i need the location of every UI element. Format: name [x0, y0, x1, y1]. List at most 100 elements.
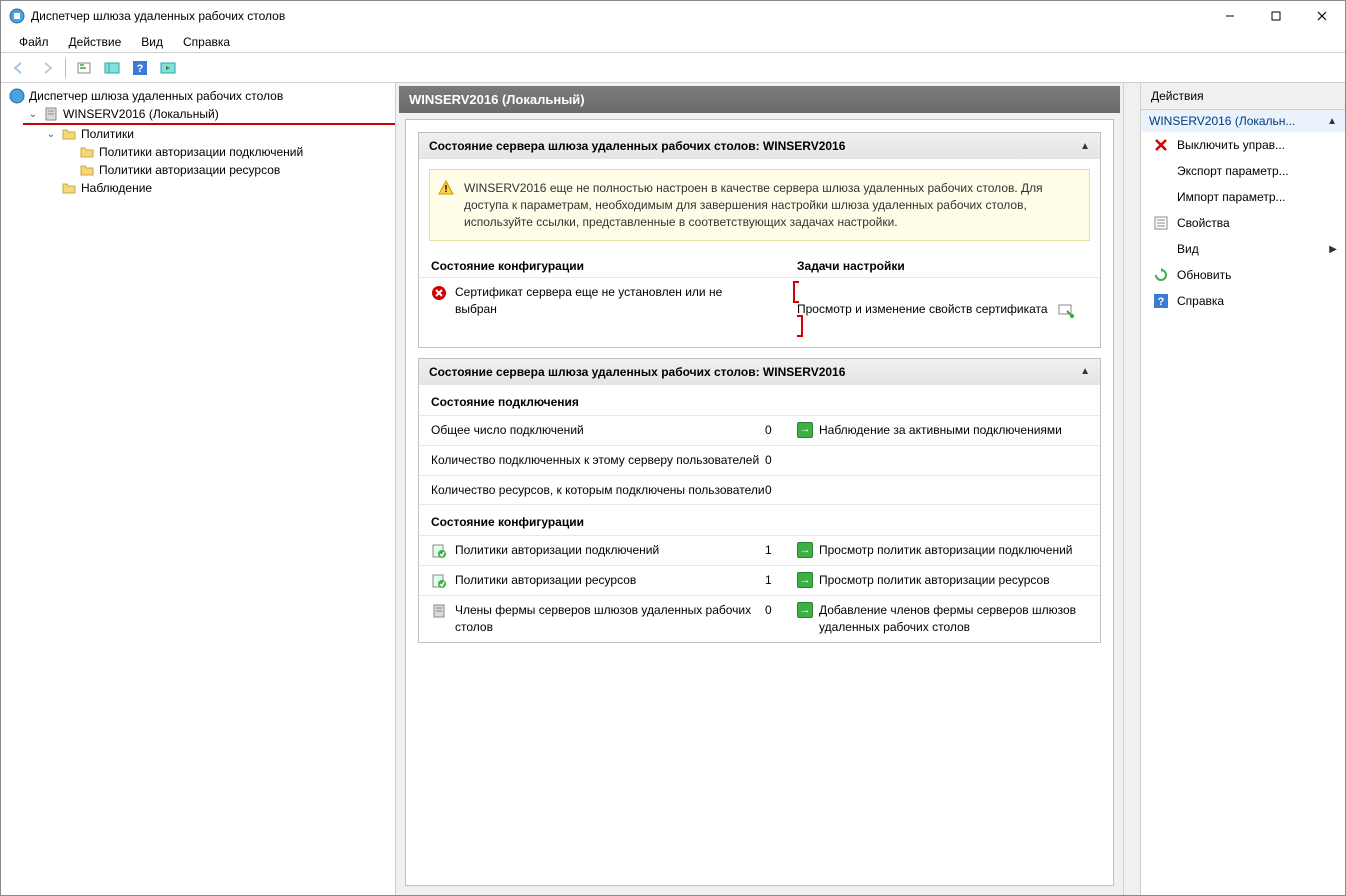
section1-header[interactable]: Состояние сервера шлюза удаленных рабочи… [419, 133, 1100, 159]
cert-task-text: Просмотр и изменение свойств сертификата [797, 301, 1048, 318]
details-body[interactable]: Состояние сервера шлюза удаленных рабочи… [405, 119, 1114, 886]
status-section-2: Состояние сервера шлюза удаленных рабочи… [418, 358, 1101, 643]
action-export[interactable]: Экспорт параметр... [1141, 158, 1345, 184]
window-controls [1207, 1, 1345, 31]
action-label: Импорт параметр... [1177, 190, 1286, 204]
folder-icon [61, 180, 77, 196]
action-properties[interactable]: Свойства [1141, 210, 1345, 236]
toolbar: ? [1, 53, 1345, 83]
tree-conn-auth-label: Политики авторизации подключений [99, 145, 303, 159]
action-view[interactable]: Вид ▶ [1141, 236, 1345, 262]
row-value: 0 [765, 452, 797, 469]
action-label: Вид [1177, 242, 1199, 256]
tree-pane[interactable]: Диспетчер шлюза удаленных рабочих столов… [1, 83, 396, 895]
tree-server[interactable]: ⌄ WINSERV2016 (Локальный) [23, 105, 395, 125]
conn-row-2: Количество ресурсов, к которым подключен… [419, 475, 1100, 505]
tree-server-label: WINSERV2016 (Локальный) [63, 107, 219, 121]
action-label: Свойства [1177, 216, 1230, 230]
action-import[interactable]: Импорт параметр... [1141, 184, 1345, 210]
vertical-scrollbar[interactable] [1123, 83, 1140, 895]
menu-help[interactable]: Справка [173, 33, 240, 51]
task-text: Добавление членов фермы серверов шлюзов … [819, 602, 1088, 636]
maximize-button[interactable] [1253, 1, 1299, 31]
cert-row: Сертификат сервера еще не установлен или… [419, 277, 1100, 347]
action-help[interactable]: ? Справка [1141, 288, 1345, 314]
toolbar-btn-4[interactable] [156, 56, 180, 80]
tree-policies-label: Политики [81, 127, 134, 141]
properties-icon [1153, 215, 1169, 231]
action-label: Экспорт параметр... [1177, 164, 1289, 178]
blank-icon [1153, 189, 1169, 205]
toolbar-separator [65, 58, 66, 78]
delete-icon [1153, 137, 1169, 153]
cert-task-link[interactable]: Просмотр и изменение свойств сертификата [797, 301, 1088, 318]
expand-toggle-icon[interactable]: ⌄ [45, 128, 57, 140]
tree-policies[interactable]: ⌄ Политики [41, 125, 395, 143]
menu-bar: Файл Действие Вид Справка [1, 31, 1345, 53]
tree-conn-auth-policies[interactable]: Политики авторизации подключений [59, 143, 395, 161]
svg-text:!: ! [444, 184, 447, 195]
menu-view[interactable]: Вид [131, 33, 173, 51]
warning-icon: ! [438, 180, 454, 196]
submenu-arrow-icon: ▶ [1329, 244, 1337, 255]
section1-title: Состояние сервера шлюза удаленных рабочи… [429, 139, 845, 153]
col-config-header: Состояние конфигурации [431, 259, 765, 273]
menu-action[interactable]: Действие [59, 33, 132, 51]
cert-status-text: Сертификат сервера еще не установлен или… [455, 284, 765, 318]
folder-icon [79, 162, 95, 178]
details-pane: WINSERV2016 (Локальный) Состояние сервер… [396, 83, 1140, 895]
action-disable[interactable]: Выключить управ... [1141, 132, 1345, 158]
forward-button[interactable] [35, 56, 59, 80]
row-value: 0 [765, 602, 797, 619]
collapse-icon: ▲ [1080, 141, 1090, 152]
toolbar-btn-1[interactable] [72, 56, 96, 80]
row-label: Политики авторизации ресурсов [455, 572, 636, 589]
warning-text: WINSERV2016 еще не полностью настроен в … [464, 181, 1043, 229]
conn-row-0: Общее число подключений 0 →Наблюдение за… [419, 415, 1100, 445]
expand-toggle-icon[interactable]: ⌄ [27, 108, 39, 120]
spacer [63, 146, 75, 158]
close-button[interactable] [1299, 1, 1345, 31]
tree-root[interactable]: Диспетчер шлюза удаленных рабочих столов [5, 87, 395, 105]
section1-columns: Состояние конфигурации Задачи настройки [419, 251, 1100, 277]
collapse-icon: ▲ [1080, 366, 1090, 377]
certificate-icon [1058, 302, 1074, 318]
task-link[interactable]: →Наблюдение за активными подключениями [797, 422, 1088, 439]
actions-group-label: WINSERV2016 (Локальн... [1149, 114, 1295, 128]
cfg-state-header: Состояние конфигурации [419, 504, 1100, 535]
actions-title: Действия [1141, 83, 1345, 110]
arrow-right-icon: → [797, 572, 813, 588]
folder-icon [79, 144, 95, 160]
svg-text:?: ? [137, 63, 144, 75]
tree-monitoring-label: Наблюдение [81, 181, 152, 195]
task-text: Просмотр политик авторизации подключений [819, 542, 1073, 559]
row-value: 1 [765, 572, 797, 589]
spacer [63, 164, 75, 176]
action-refresh[interactable]: Обновить [1141, 262, 1345, 288]
toolbar-btn-2[interactable] [100, 56, 124, 80]
app-icon [9, 8, 25, 24]
policy-ok-icon [431, 543, 447, 559]
col-tasks-header: Задачи настройки [797, 259, 1088, 273]
arrow-right-icon: → [797, 422, 813, 438]
error-icon [431, 285, 447, 301]
cfg-row-1: Политики авторизации ресурсов 1 →Просмот… [419, 565, 1100, 595]
task-link[interactable]: →Просмотр политик авторизации ресурсов [797, 572, 1088, 589]
help-toolbar-button[interactable]: ? [128, 56, 152, 80]
minimize-button[interactable] [1207, 1, 1253, 31]
tree-res-auth-policies[interactable]: Политики авторизации ресурсов [59, 161, 395, 179]
menu-file[interactable]: Файл [9, 33, 59, 51]
row-value: 0 [765, 422, 797, 439]
actions-group-header[interactable]: WINSERV2016 (Локальн... ▲ [1141, 110, 1345, 132]
section2-header[interactable]: Состояние сервера шлюза удаленных рабочи… [419, 359, 1100, 385]
help-icon: ? [1153, 293, 1169, 309]
tree-monitoring[interactable]: Наблюдение [41, 179, 395, 197]
server-farm-icon [431, 603, 447, 619]
policy-ok-icon [431, 573, 447, 589]
arrow-right-icon: → [797, 602, 813, 618]
blank-icon [1153, 241, 1169, 257]
back-button[interactable] [7, 56, 31, 80]
task-link[interactable]: → Добавление членов фермы серверов шлюзов… [797, 602, 1088, 636]
task-link[interactable]: →Просмотр политик авторизации подключени… [797, 542, 1088, 559]
cert-task-highlight: Просмотр и изменение свойств сертификата [793, 281, 1088, 337]
